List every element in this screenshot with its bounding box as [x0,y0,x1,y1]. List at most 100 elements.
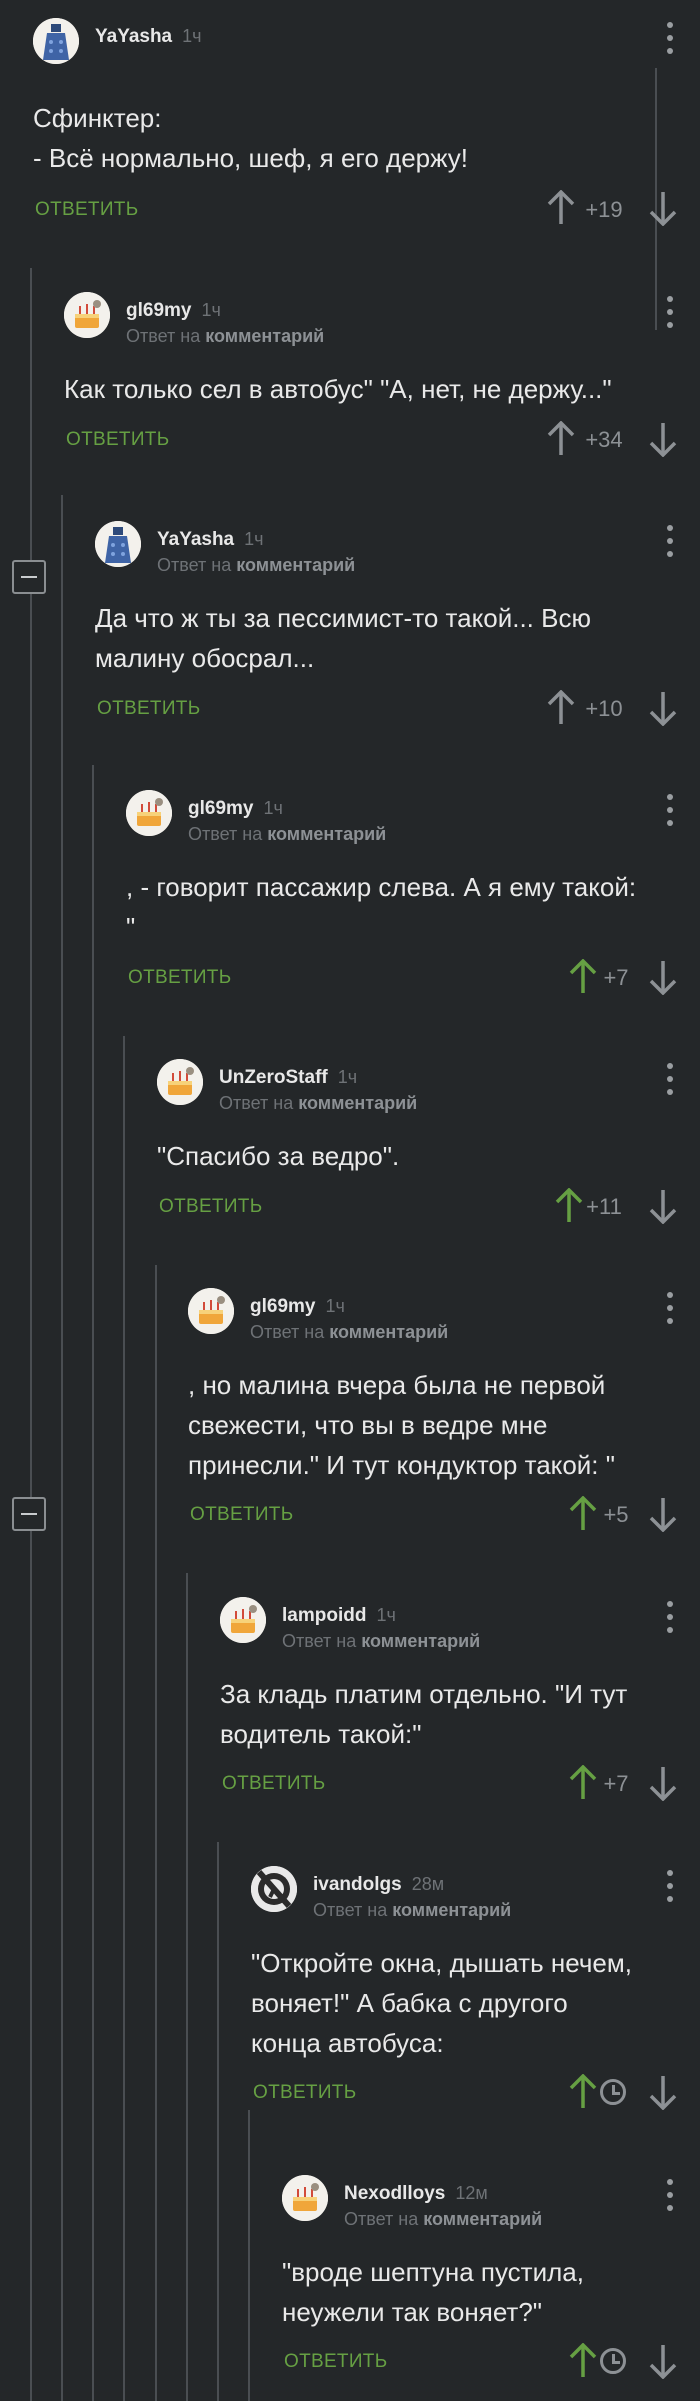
cake-avatar[interactable] [282,2175,328,2221]
author-name[interactable]: gl69my 1ч [188,798,283,820]
author-name[interactable]: gl69my 1ч [250,1296,345,1318]
comment-header: UnZeroStaff 1ч Ответ на комментарий [157,1059,700,1119]
cake-avatar[interactable] [188,1288,234,1334]
author-name[interactable]: YaYasha 1ч [95,26,202,48]
dalek-avatar[interactable] [95,521,141,567]
more-options-icon[interactable] [666,296,674,328]
timestamp: 1ч [325,1296,345,1316]
reply-button[interactable]: ОТВЕТИТЬ [253,2082,356,2104]
comment-text: "Спасибо за ведро". [157,1141,400,1171]
comment-text: , - говорит пассажир слева. А я ему тако… [126,872,637,942]
comment-text: Сфинктер: - Всё нормально, шеф, я его де… [33,103,469,173]
cake-avatar[interactable] [220,1597,266,1643]
collapse-branch-button[interactable] [12,1497,46,1531]
downvote-icon[interactable] [648,2343,678,2379]
reply-button[interactable]: ОТВЕТИТЬ [159,1196,262,1218]
comment-header: gl69my 1ч Ответ на комментарий [188,1288,700,1348]
timestamp: 1ч [376,1605,396,1625]
upvote-icon[interactable] [546,421,576,457]
upvote-icon[interactable] [568,1765,598,1801]
downvote-icon[interactable] [648,2074,678,2110]
rating-value: +11 [586,1194,622,1219]
author-name[interactable]: Nexodlloys 12м [344,2183,488,2205]
comment-text: "Откройте окна, дышать нечем, воняет!" А… [251,1948,632,2058]
rating-value: +5 [603,1502,629,1527]
comment-header: YaYasha 1ч Ответ на комментарий [95,521,700,581]
upvote-icon[interactable] [546,190,576,226]
reply-button[interactable]: ОТВЕТИТЬ [128,967,231,989]
author-name[interactable]: lampoidd 1ч [282,1605,396,1627]
timestamp: 1ч [263,798,283,818]
reply-button[interactable]: ОТВЕТИТЬ [97,698,200,720]
timestamp: 28м [411,1874,445,1894]
clock-icon [600,2079,626,2105]
reply-button[interactable]: ОТВЕТИТЬ [222,1773,325,1795]
downvote-icon[interactable] [648,1188,678,1224]
author-name[interactable]: YaYasha 1ч [157,529,264,551]
author-name[interactable]: gl69my 1ч [126,300,221,322]
reply-button[interactable]: ОТВЕТИТЬ [190,1504,293,1526]
comment-text: , но малина вчера была не первой свежест… [188,1370,615,1480]
thread-line [61,495,63,2401]
comment-text: "вроде шептуна пустила, неужели так воня… [282,2257,584,2327]
comment-text: За кладь платим отдельно. "И тут водител… [220,1679,628,1749]
comment-header: lampoidd 1ч Ответ на комментарий [220,1597,700,1657]
downvote-icon[interactable] [648,690,678,726]
reply-to-link[interactable]: Ответ на комментарий [157,555,355,576]
comment-header: Nexodlloys 12м Ответ на комментарий [282,2175,700,2235]
more-options-icon[interactable] [666,1870,674,1902]
thread-line [248,2110,250,2401]
reply-to-link[interactable]: Ответ на комментарий [126,326,324,347]
reply-to-link[interactable]: Ответ на комментарий [282,1631,480,1652]
rating-value: +7 [603,965,629,990]
more-options-icon[interactable] [666,1292,674,1324]
upvote-icon[interactable] [568,959,598,995]
comment-header: gl69my 1ч Ответ на комментарий [64,292,700,352]
downvote-icon[interactable] [648,1496,678,1532]
timestamp: 1ч [182,26,202,46]
upvote-icon[interactable] [568,1496,598,1532]
comment-text: Да что ж ты за пессимист-то такой... Всю… [95,603,591,673]
more-options-icon[interactable] [666,794,674,826]
author-name[interactable]: ivandolgs 28м [313,1874,444,1896]
more-options-icon[interactable] [666,1063,674,1095]
author-name[interactable]: UnZeroStaff 1ч [219,1067,357,1089]
rating-value: +34 [585,427,623,452]
thread-line [123,1036,125,2401]
more-options-icon[interactable] [666,525,674,557]
more-options-icon[interactable] [666,2179,674,2211]
reply-to-link[interactable]: Ответ на комментарий [188,824,386,845]
comment-header: gl69my 1ч Ответ на комментарий [126,790,700,850]
upvote-icon[interactable] [546,690,576,726]
downvote-icon[interactable] [648,190,678,226]
reply-to-link[interactable]: Ответ на комментарий [344,2209,542,2230]
cake-avatar[interactable] [64,292,110,338]
clock-icon [600,2348,626,2374]
reply-button[interactable]: ОТВЕТИТЬ [35,199,138,221]
half-life-avatar[interactable] [251,1866,297,1912]
reply-to-link[interactable]: Ответ на комментарий [250,1322,448,1343]
downvote-icon[interactable] [648,1765,678,1801]
reply-button[interactable]: ОТВЕТИТЬ [66,429,169,451]
upvote-icon[interactable] [568,2074,598,2110]
rating-value: +10 [585,696,623,721]
timestamp: 1ч [244,529,264,549]
reply-to-link[interactable]: Ответ на комментарий [219,1093,417,1114]
collapse-branch-button[interactable] [12,560,46,594]
cake-avatar[interactable] [157,1059,203,1105]
rating-value: +19 [585,197,623,222]
upvote-icon[interactable] [568,2343,598,2379]
timestamp: 1ч [201,300,221,320]
reply-button[interactable]: ОТВЕТИТЬ [284,2351,387,2373]
timestamp: 1ч [337,1067,358,1087]
downvote-icon[interactable] [648,421,678,457]
cake-avatar[interactable] [126,790,172,836]
downvote-icon[interactable] [648,959,678,995]
thread-line [92,765,94,2401]
comment-header: ivandolgs 28м Ответ на комментарий [251,1866,700,1926]
more-options-icon[interactable] [666,1601,674,1633]
dalek-avatar[interactable] [33,18,79,64]
more-options-icon[interactable] [666,22,674,54]
reply-to-link[interactable]: Ответ на комментарий [313,1900,511,1921]
thread-line [217,1842,219,2401]
